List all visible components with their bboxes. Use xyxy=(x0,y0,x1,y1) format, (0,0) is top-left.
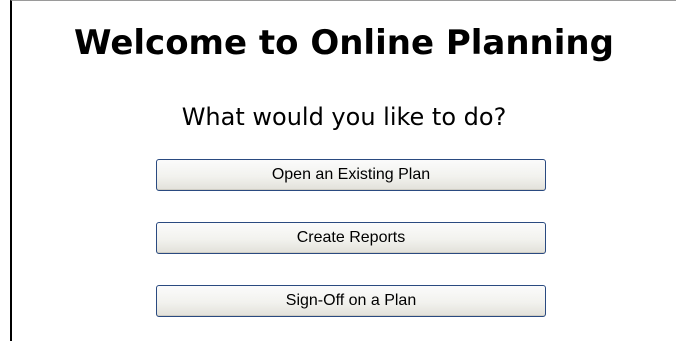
create-reports-button[interactable]: Create Reports xyxy=(156,222,546,254)
open-existing-plan-button[interactable]: Open an Existing Plan xyxy=(156,159,546,191)
sign-off-plan-button[interactable]: Sign-Off on a Plan xyxy=(156,285,546,317)
welcome-panel: Welcome to Online Planning What would yo… xyxy=(10,0,676,341)
page-title: Welcome to Online Planning xyxy=(74,23,614,63)
prompt-text: What would you like to do? xyxy=(181,103,507,131)
